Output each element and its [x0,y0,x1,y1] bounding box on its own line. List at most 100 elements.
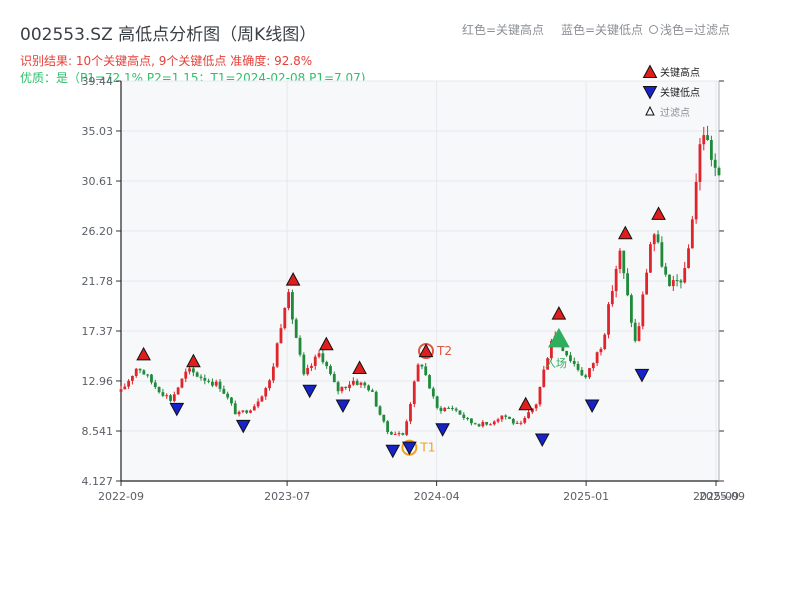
candle-body [405,421,409,435]
candle-body [317,353,321,357]
candle-body [637,326,641,341]
candle-body [146,374,150,376]
candle-body [489,424,492,426]
y-tick-label: 17.37 [82,325,114,338]
entry-label: 入场 [545,356,567,370]
candle-body [264,388,268,397]
candle-body [706,135,709,140]
y-tick-label: 39.44 [82,75,114,88]
candle-body [260,396,264,402]
candle-body [268,380,271,389]
y-tick-label: 26.20 [82,225,114,238]
candle-body [713,159,717,168]
candle-body [222,388,226,394]
candle-body [172,394,176,401]
candle-body [454,408,458,411]
candle-body [542,369,546,387]
candle-body [188,368,191,372]
candle-body [709,139,713,160]
candle-body [439,407,443,412]
candle-body [351,380,355,385]
candle-body [645,272,649,295]
candle-body [599,348,603,353]
legend-filtered-label: 过滤点 [660,106,690,119]
candle-body [565,351,569,356]
y-tick-label: 8.541 [82,425,114,438]
candle-body [412,381,416,405]
candle-body [496,419,500,422]
candle-body [279,328,283,344]
candle-body [591,363,595,369]
candle-body [150,374,153,383]
candle-body [138,368,142,371]
candle-body [169,395,172,401]
candle-body [473,423,477,425]
candle-body [283,307,287,329]
candle-body [477,424,481,427]
candle-body [588,368,591,378]
candle-body [694,181,698,220]
candle-body [447,407,450,409]
y-tick-label: 35.03 [82,125,114,138]
candle-body [332,373,336,383]
candle-body [176,387,180,395]
candle-body [393,433,397,435]
candle-body [237,411,241,415]
candle-body [184,371,188,379]
candle-body [153,382,157,388]
candle-body [641,294,645,327]
candle-body [271,366,275,381]
y-tick-label: 12.96 [82,375,114,388]
candle-body [386,421,390,433]
candle-body [569,355,572,362]
candle-body [211,381,214,386]
candle-body [504,415,508,417]
candle-body [420,364,424,367]
candle-body [397,433,401,435]
candle-body [306,367,310,375]
candle-body [675,280,679,282]
candle-body [698,144,702,182]
candle-body [519,422,523,424]
candle-body [374,391,378,407]
candle-body [485,421,489,425]
candle-body [679,280,683,283]
candle-body [527,412,530,419]
candle-body [538,386,542,405]
candle-body [195,372,199,377]
candle-body [523,418,527,423]
candle-body [180,378,184,388]
legend-high-icon [642,64,658,79]
special-point-label: T1 [419,441,435,455]
candle-body [649,244,652,273]
candle-body [127,380,131,387]
candle-body [626,273,629,296]
x-tick-label: 2025-01 [563,490,609,503]
candle-body [241,410,245,412]
candle-body [629,295,633,323]
candle-body [230,397,233,404]
candle-body [511,418,515,424]
candle-body [458,410,462,415]
candle-body [355,380,359,385]
candle-body [191,368,195,373]
candle-body [291,292,294,320]
candle-body [123,386,127,390]
candle-body [584,375,588,378]
candle-body [424,366,428,376]
candle-body [508,416,511,419]
candle-body [717,167,721,176]
candle-body [370,390,374,392]
candle-body [329,366,332,374]
candle-body [622,250,626,274]
y-tick-label: 30.61 [82,175,114,188]
candle-body [492,421,496,425]
x-tick-label: 2025-09 [699,490,745,503]
candle-body [390,432,393,435]
candle-body [450,407,454,409]
candle-body [131,375,134,381]
candle-body [382,414,386,422]
candle-body [466,418,470,420]
candle-body [256,401,260,407]
candle-body [313,356,317,366]
